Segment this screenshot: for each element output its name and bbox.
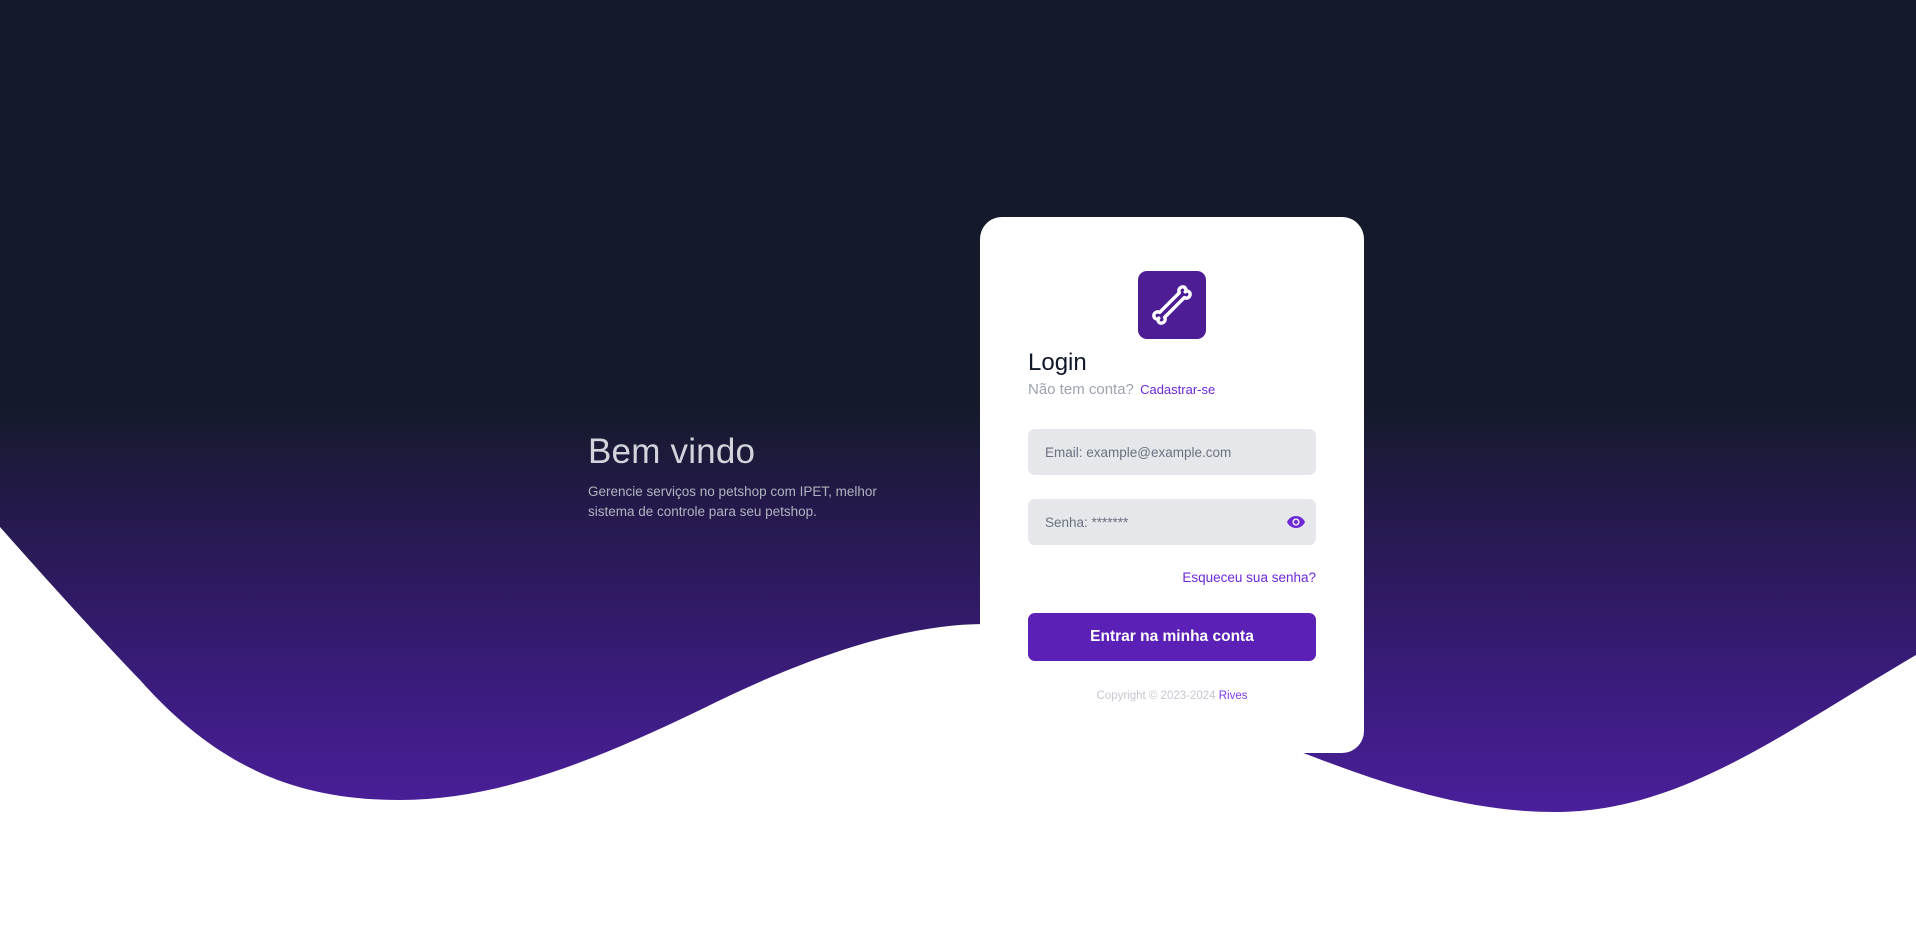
- copyright: Copyright © 2023-2024 Rives: [980, 690, 1364, 702]
- logo: [1138, 271, 1206, 339]
- welcome-section: Bem vindo Gerencie serviços no petshop c…: [588, 432, 908, 522]
- password-field-wrapper: [1028, 499, 1316, 545]
- login-title: Login: [1028, 349, 1087, 376]
- login-card: Login Não tem conta? Cadastrar-se Esquec…: [980, 217, 1364, 753]
- password-input[interactable]: [1028, 499, 1316, 545]
- signup-prompt: Não tem conta? Cadastrar-se: [1028, 381, 1215, 398]
- welcome-description: Gerencie serviços no petshop com IPET, m…: [588, 484, 877, 519]
- forgot-password-link[interactable]: Esqueceu sua senha?: [1182, 570, 1316, 585]
- signup-link[interactable]: Cadastrar-se: [1140, 382, 1215, 397]
- bone-icon: [1152, 285, 1192, 325]
- login-submit-button[interactable]: Entrar na minha conta: [1028, 613, 1316, 661]
- brand-link[interactable]: Rives: [1219, 690, 1248, 702]
- copyright-text: Copyright © 2023-2024: [1096, 690, 1216, 702]
- eye-icon: [1287, 516, 1305, 528]
- show-password-toggle[interactable]: [1286, 513, 1306, 531]
- email-field-wrapper: [1028, 429, 1316, 475]
- welcome-heading: Bem vindo: [588, 432, 756, 471]
- no-account-text: Não tem conta?: [1028, 381, 1134, 398]
- email-input[interactable]: [1028, 429, 1316, 475]
- background-wave: [0, 0, 1916, 812]
